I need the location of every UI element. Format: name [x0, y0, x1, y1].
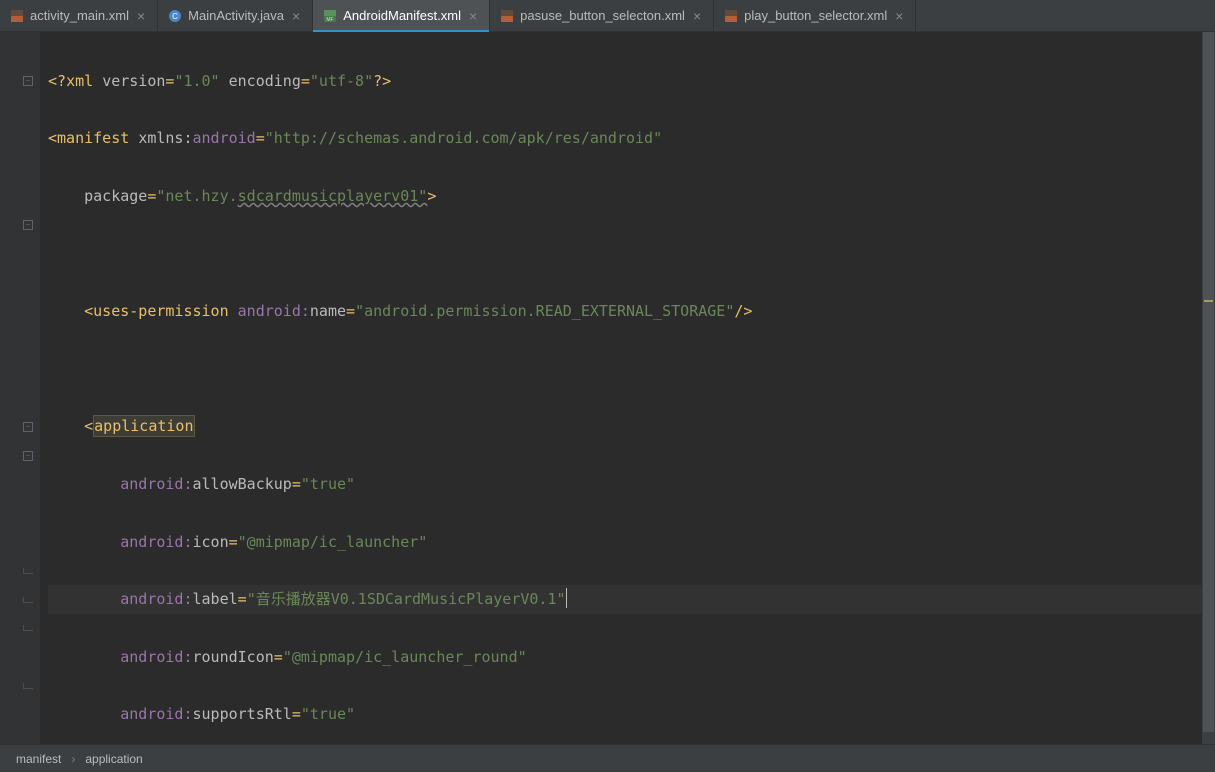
text-cursor [566, 588, 567, 608]
xml-s-file-icon [500, 9, 514, 23]
gutter[interactable]: − − − − [0, 32, 40, 744]
fold-end-icon [23, 683, 33, 689]
editor-tab[interactable]: C MainActivity.java × [158, 0, 313, 31]
manifest-file-icon: MF [323, 9, 337, 23]
tab-label: pasuse_button_selecton.xml [520, 8, 685, 23]
fold-end-icon [23, 597, 33, 603]
svg-text:C: C [172, 12, 178, 21]
tab-label: play_button_selector.xml [744, 8, 887, 23]
xml-s-file-icon [724, 9, 738, 23]
java-file-icon: C [168, 9, 182, 23]
application-tag: application [93, 415, 194, 437]
editor-area: − − − − <?xml version="1.0" encoding="ut… [0, 32, 1215, 744]
editor-tab[interactable]: activity_main.xml × [0, 0, 158, 31]
editor-tabs: activity_main.xml × C MainActivity.java × MF A… [0, 0, 1215, 32]
fold-toggle-icon[interactable]: − [23, 76, 33, 86]
fold-toggle-icon[interactable]: − [23, 220, 33, 230]
editor-tab[interactable]: play_button_selector.xml × [714, 0, 916, 31]
close-icon[interactable]: × [691, 8, 703, 24]
vertical-scrollbar[interactable] [1202, 32, 1215, 744]
fold-end-icon [23, 568, 33, 574]
marker[interactable] [1204, 300, 1213, 302]
svg-text:MF: MF [327, 17, 334, 23]
breadcrumb-item[interactable]: manifest [16, 752, 61, 766]
close-icon[interactable]: × [290, 8, 302, 24]
breadcrumb-separator-icon: › [71, 752, 75, 766]
tab-label: AndroidManifest.xml [343, 8, 461, 23]
editor-tab[interactable]: pasuse_button_selecton.xml × [490, 0, 714, 31]
xml-file-icon [10, 9, 24, 23]
close-icon[interactable]: × [893, 8, 905, 24]
tab-label: activity_main.xml [30, 8, 129, 23]
fold-toggle-icon[interactable]: − [23, 422, 33, 432]
scrollbar-thumb[interactable] [1203, 32, 1214, 732]
breadcrumb-item[interactable]: application [85, 752, 142, 766]
editor-tab[interactable]: MF AndroidManifest.xml × [313, 0, 490, 31]
tab-label: MainActivity.java [188, 8, 284, 23]
breadcrumb-bar: manifest › application [0, 744, 1215, 772]
close-icon[interactable]: × [467, 8, 479, 24]
close-icon[interactable]: × [135, 8, 147, 24]
manifest-tag: manifest [57, 129, 129, 147]
fold-toggle-icon[interactable]: − [23, 451, 33, 461]
code-editor[interactable]: <?xml version="1.0" encoding="utf-8"?> <… [40, 32, 1215, 744]
fold-end-icon [23, 625, 33, 631]
